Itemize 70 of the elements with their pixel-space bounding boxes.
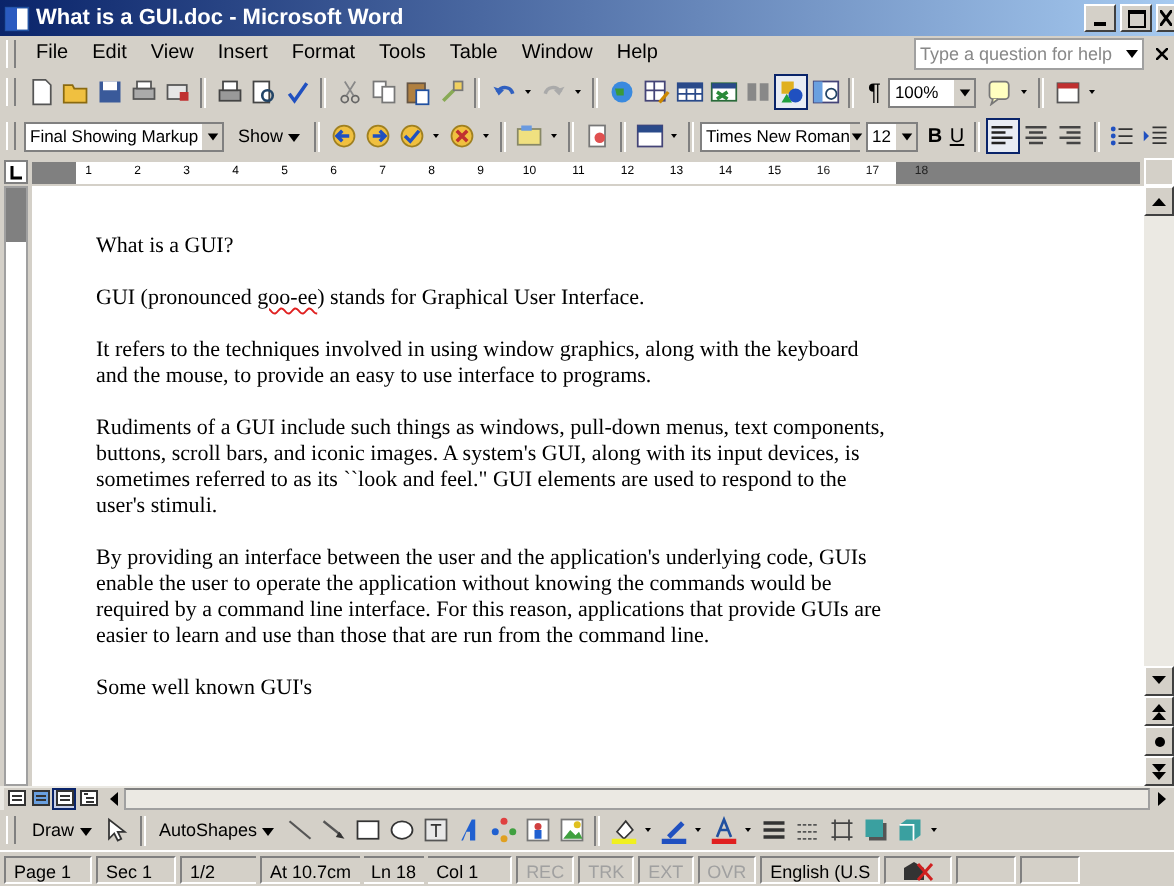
scroll-left-icon[interactable] [100,787,124,809]
vertical-scrollbar[interactable] [1144,186,1174,786]
show-hide-formatting-button[interactable]: ¶ [860,78,889,106]
dropdown-arrow-icon [899,129,914,143]
menu-item[interactable]: Tools [367,42,438,64]
close-button[interactable] [1156,4,1174,32]
minimize-button[interactable] [1084,4,1116,32]
close-icon[interactable] [1156,47,1168,59]
paragraph: Some well known GUI's [96,676,315,702]
dropdown-arrow-icon [288,133,301,142]
menu-item[interactable]: Insert [205,42,280,64]
maximize-button[interactable] [1120,4,1152,32]
spelling-status-icon [902,859,935,881]
ruler-toggle-button[interactable] [1144,158,1174,186]
menu-item[interactable]: Edit [80,42,139,64]
menu-item[interactable]: View [138,42,206,64]
web-layout-view-icon[interactable] [28,787,52,809]
align-left-icon[interactable] [985,118,1020,154]
normal-view-icon[interactable] [4,787,28,809]
status-text: English (U.S [760,856,881,884]
next-page-icon[interactable] [1144,756,1174,786]
dropdown-arrow-icon [1124,45,1140,61]
paragraph: GUI (pronounced goo-ee) stands for Graphical User Interface. [96,286,647,312]
maximize-icon [1127,9,1145,27]
dropdown-arrow-icon [849,129,864,143]
menu-item[interactable]: Window [509,42,605,64]
document-icon [4,5,30,31]
display-dropdown[interactable]: Final Showing Markup [24,121,224,151]
scroll-down-icon[interactable] [1144,666,1174,696]
dropdown-arrow-icon [262,827,275,836]
underline-button[interactable]: U [946,125,968,147]
diagram-icon[interactable] [486,812,521,848]
scroll-right-icon[interactable] [1150,787,1174,809]
menu-item[interactable]: File [24,42,81,64]
scroll-up-icon[interactable] [1144,186,1174,216]
help-search-field[interactable]: Type a question for help [914,37,1144,69]
dropdown-arrow-icon [79,827,92,836]
tab-selector[interactable] [4,160,28,184]
print-layout-view-icon[interactable] [52,787,76,809]
browse-object-icon[interactable] [1144,726,1174,756]
bold-button[interactable]: B [924,125,946,147]
zoom-dropdown[interactable]: 100% [888,77,977,107]
paragraph: By providing an interface between the user and the application's underlying code, GUIs enable the user to operate the application without knowing the commands would be required by a command line interface. For this reason, applications that provide GUIs are easier to learn and use than those that are run from the command line. [96,546,884,650]
menu-item[interactable]: Table [437,42,510,64]
font-size-dropdown[interactable]: 12 [866,121,919,151]
dropdown-arrow-icon [205,129,219,143]
status-text: At 10.7cm [260,856,360,884]
status-text: Ln 18 [363,856,425,884]
status-panel [1020,856,1081,884]
status-text: 1/2 [180,856,256,884]
status-text: Sec 1 [96,856,176,884]
status-panel [956,856,1017,884]
status-text: Page 1 [4,856,92,884]
close-icon [1160,10,1172,26]
paragraph: What is a GUI? [96,234,236,260]
font-color-icon[interactable] [706,812,741,848]
show-menu-button[interactable]: Show [230,126,309,146]
outline-view-icon[interactable] [76,787,100,809]
paragraph: Rudiments of a GUI include such things as windows, pull-down menus, text components, buttons, scroll bars, and iconic images. A system's GUI, along with its input devices, is sometimes referred to as its ``look and feel." GUI elements are used to respond to the user's stimuli. [96,416,887,520]
window-title: What is a GUI.doc - Microsoft Word [36,6,404,30]
dropdown-arrow-icon [957,85,972,99]
autoshapes-menu-button[interactable]: AutoShapes [151,820,283,840]
draw-menu-button[interactable]: Draw [24,820,100,840]
menu-item[interactable]: Help [604,42,670,64]
font-dropdown[interactable]: Times New Roman [700,121,861,151]
menu-item[interactable]: Format [279,42,368,64]
previous-page-icon[interactable] [1144,696,1174,726]
paragraph: It refers to the techniques involved in using window graphics, along with the keyboard and the mouse, to provide an easy to use interface to programs. [96,338,861,390]
status-text: Col 1 [428,856,513,884]
shapes-icon[interactable] [774,74,808,110]
